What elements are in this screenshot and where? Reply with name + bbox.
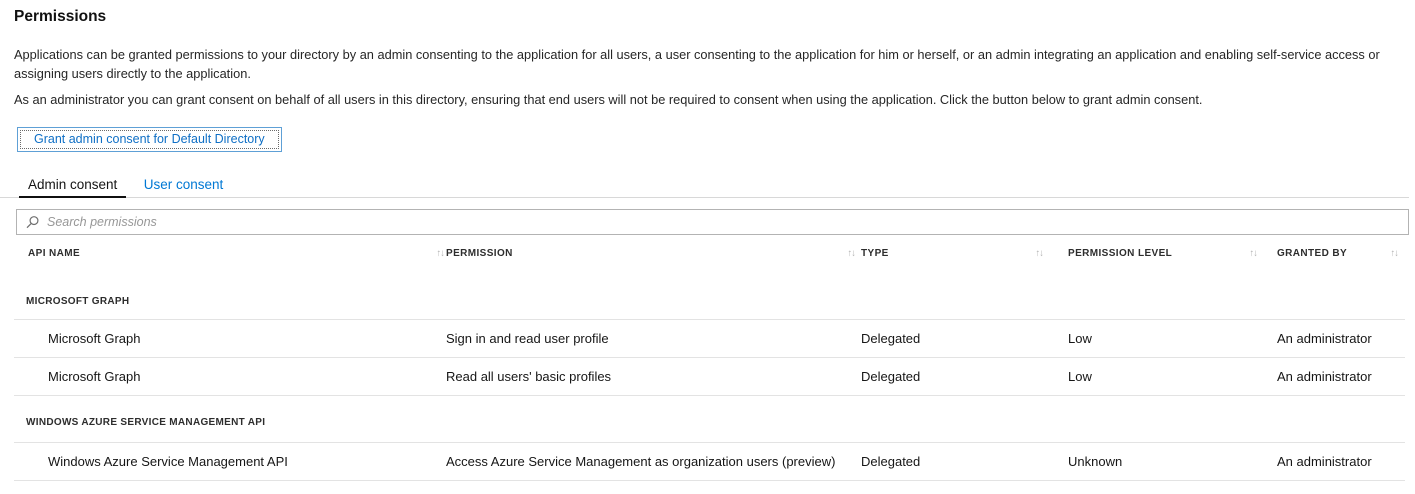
sort-icon[interactable]: ↑↓ (1391, 248, 1399, 259)
api-group-header: WINDOWS AZURE SERVICE MANAGEMENT API (14, 396, 1405, 443)
column-header-permission-level[interactable]: PERMISSION LEVEL ↑↓ (1068, 248, 1277, 259)
cell-type: Delegated (861, 369, 1068, 384)
cell-permission-level: Unknown (1068, 454, 1277, 469)
cell-type: Delegated (861, 331, 1068, 346)
permission-row[interactable]: Microsoft Graph Read all users' basic pr… (14, 358, 1405, 396)
permissions-table: API NAME ↑↓ PERMISSION ↑↓ TYPE ↑↓ PERMIS… (14, 243, 1405, 481)
permission-row[interactable]: Microsoft Graph Sign in and read user pr… (14, 320, 1405, 358)
cell-granted-by: An administrator (1277, 454, 1405, 469)
description-paragraph-1: Applications can be granted permissions … (14, 46, 1387, 83)
search-input[interactable] (45, 210, 1404, 234)
sort-icon[interactable]: ↑↓ (437, 248, 445, 259)
table-body: MICROSOFT GRAPH Microsoft Graph Sign in … (14, 265, 1405, 481)
page-title: Permissions (14, 8, 1390, 26)
cell-granted-by: An administrator (1277, 369, 1405, 384)
cell-permission: Sign in and read user profile (446, 331, 861, 346)
tab-admin-consent[interactable]: Admin consent (19, 177, 126, 198)
tab-user-consent[interactable]: User consent (135, 177, 233, 196)
search-icon (25, 215, 40, 230)
description-paragraph-2: As an administrator you can grant consen… (14, 91, 1387, 110)
permission-row[interactable]: Windows Azure Service Management API Acc… (14, 443, 1405, 481)
api-group-header: MICROSOFT GRAPH (14, 265, 1405, 320)
table-header-row: API NAME ↑↓ PERMISSION ↑↓ TYPE ↑↓ PERMIS… (14, 243, 1405, 265)
cell-permission-level: Low (1068, 369, 1277, 384)
cell-permission-level: Low (1068, 331, 1277, 346)
column-header-api-name[interactable]: API NAME ↑↓ (14, 248, 446, 259)
cell-api-name: Windows Azure Service Management API (14, 454, 446, 469)
cell-api-name: Microsoft Graph (14, 331, 446, 346)
cell-permission: Access Azure Service Management as organ… (446, 454, 861, 469)
consent-tabs: Admin consent User consent (0, 176, 1409, 198)
permissions-page: Permissions Applications can be granted … (0, 8, 1415, 481)
column-header-granted-by[interactable]: GRANTED BY ↑↓ (1277, 248, 1405, 259)
column-header-permission[interactable]: PERMISSION ↑↓ (446, 248, 861, 259)
grant-admin-consent-button[interactable]: Grant admin consent for Default Director… (17, 127, 282, 152)
cell-api-name: Microsoft Graph (14, 369, 446, 384)
search-permissions-box[interactable] (16, 209, 1409, 235)
cell-type: Delegated (861, 454, 1068, 469)
sort-icon[interactable]: ↑↓ (1036, 248, 1044, 259)
cell-granted-by: An administrator (1277, 331, 1405, 346)
cell-permission: Read all users' basic profiles (446, 369, 861, 384)
sort-icon[interactable]: ↑↓ (848, 248, 856, 259)
sort-icon[interactable]: ↑↓ (1250, 248, 1258, 259)
column-header-type[interactable]: TYPE ↑↓ (861, 248, 1068, 259)
